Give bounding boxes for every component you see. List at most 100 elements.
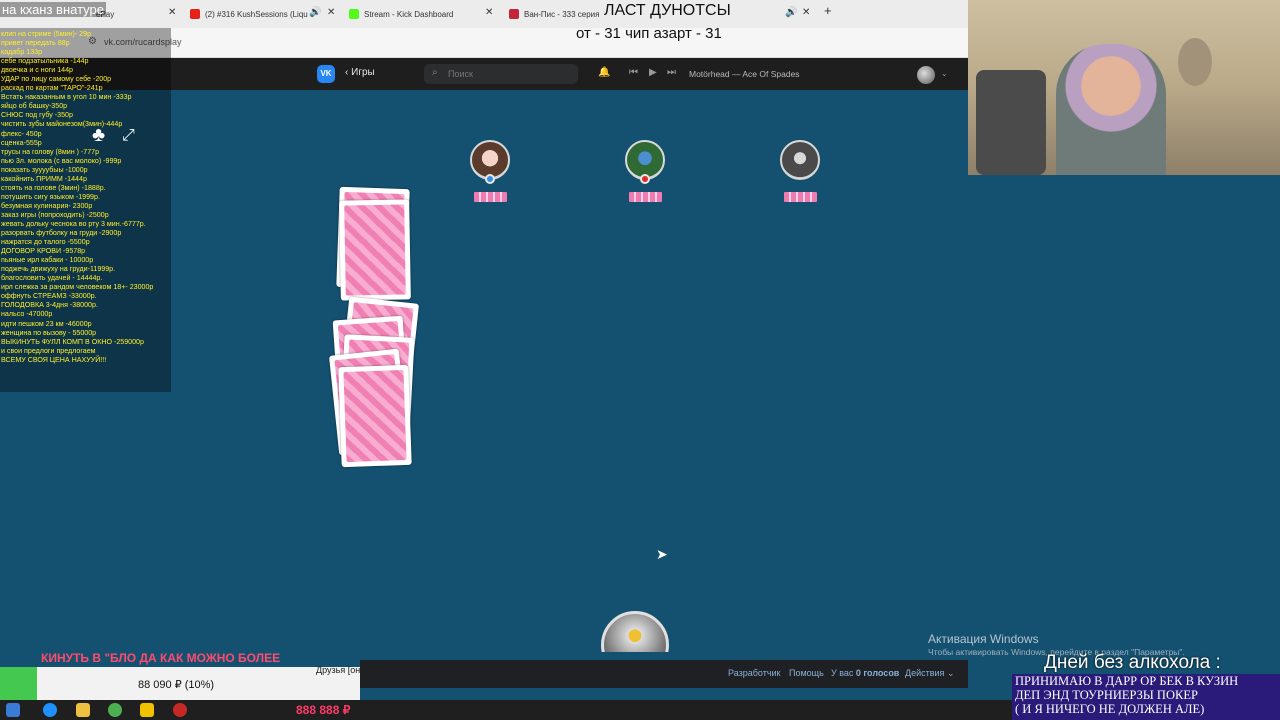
note-line: ( И Я НИЧЕГО НЕ ДОЛЖЕН АЛЕ) [1015, 702, 1205, 716]
player-indicator [640, 174, 650, 184]
browser-tab[interactable]: ePay [96, 4, 166, 24]
taskbar-money-overlay: 888 888 ₽ [296, 703, 351, 717]
edge-icon[interactable] [43, 703, 57, 717]
donation-item: ГОЛОДОВКА 3-4дня -38000р. [1, 301, 98, 310]
windows-taskbar: 888 888 ₽ [0, 700, 1012, 720]
tab-close-icon[interactable]: ✕ [802, 8, 810, 18]
donor-counter: от - 31 чип азарт - 31 [576, 25, 722, 42]
wall-decoration [1178, 38, 1212, 86]
donation-list: клип на стриме (5мин)- 29р привет передат… [1, 30, 176, 365]
goal-progress-text: 88 090 ₽ (10%) [138, 679, 215, 691]
webcam-feed [968, 0, 1280, 175]
note-line: ДЕП ЭНД ТОУРНИЕРЗЫ ПОКЕР [1015, 688, 1198, 702]
donation-item: оффнуть СТРЕАМЗ -33000р. [1, 292, 97, 301]
days-without-alcohol-label: Дней без алкохола : [1044, 652, 1221, 673]
donation-item: какойнить ПРИММ -1444р [1, 174, 87, 183]
developer-link[interactable]: Разработчик [728, 668, 780, 678]
opponent-player[interactable] [780, 140, 820, 202]
audio-icon[interactable]: 🔊 [785, 8, 797, 18]
help-link[interactable]: Помощь [789, 668, 824, 678]
card-back [338, 364, 412, 468]
search-icon: ⌕ [432, 67, 438, 78]
donation-item: флекс- 450р [1, 129, 42, 138]
donation-item: потушить сигу языком -1999р. [1, 192, 100, 201]
opponent-player[interactable] [470, 140, 510, 202]
donation-item: ДОГОВОР КРОВИ -9578р [1, 247, 86, 256]
tab-close-icon[interactable]: ✕ [168, 8, 176, 18]
donation-item: Встать наказанным в угол 10 мин -333р [1, 93, 132, 102]
donation-item: женщина по вызову - 55000р [1, 328, 97, 337]
player-indicator [485, 174, 495, 184]
opponent-player[interactable] [625, 140, 665, 202]
donation-item: трусы на голову (8мин ) -777р [1, 147, 100, 156]
donation-item: клип на стриме (5мин)- 29р [1, 30, 92, 38]
donation-item: безумная кулинария- 2300р [1, 201, 93, 210]
audio-icon[interactable]: 🔊 [309, 8, 321, 18]
donation-item: ВЫКИНУТЬ ФУЛЛ КОМП В ОКНО -259000р [1, 337, 144, 346]
chair [976, 70, 1046, 175]
file-explorer-icon[interactable] [76, 703, 90, 717]
donation-item: заказ игры (попроходить) -2500р [1, 210, 109, 219]
tab-label: Stream - Kick Dashboard [364, 9, 454, 19]
donation-item: идти пешком 23 км -46000р [1, 319, 92, 328]
self-player-avatar[interactable] [601, 611, 669, 652]
donation-item: яйцо об башку-350р [1, 102, 68, 111]
donation-item: ВСЕМУ СВОЯ ЦЕНА НАХУУЙ!!! [1, 355, 107, 364]
opponent-hand [784, 192, 817, 202]
profile-avatar[interactable] [917, 66, 935, 84]
votes-balance[interactable]: У вас 0 голосов [831, 668, 899, 678]
tab-label: Ван-Пис - 333 серия [524, 9, 600, 19]
opponent-hand [474, 192, 507, 202]
now-playing-track[interactable]: Motörhead — Ace Of Spades [689, 69, 800, 79]
donation-item: сценка-555р [1, 138, 42, 147]
vk-logo[interactable]: VK [317, 65, 335, 83]
search-input[interactable]: ⌕ Поиск [424, 64, 578, 84]
donation-item: двоечка и с ноги 144р [1, 66, 73, 75]
chevron-down-icon[interactable]: ⌄ [941, 69, 948, 78]
donation-item: СНЮС под губу -350р [1, 111, 73, 120]
donation-item: кадабр 133р [1, 48, 43, 57]
donation-ticker: КИНУТЬ В "БЛО ДА КАК МОЖНО БОЛЕЕ [41, 651, 281, 665]
play-icon[interactable]: ▶ [649, 67, 657, 78]
donation-item: поджечь движуху на груди-11999р. [1, 265, 116, 274]
goal-progress-fill [0, 667, 37, 700]
recording-app-icon[interactable] [173, 703, 187, 717]
windows-start-icon[interactable] [6, 703, 20, 717]
club-icon: ♣ [92, 124, 106, 146]
actions-menu[interactable]: Действия ⌄ [905, 668, 955, 679]
avatar [780, 140, 820, 180]
donation-item: показать зуууубыы -1000р [1, 165, 88, 174]
note-line: ПРИНИМАЮ В ДАРР ОР БЕК В КУЗИН [1015, 674, 1239, 688]
donation-rules-note: ПРИНИМАЮ В ДАРР ОР БЕК В КУЗИН ДЕП ЭНД Т… [1012, 674, 1280, 720]
anime-site-icon [509, 9, 519, 19]
browser-tab[interactable]: Ван-Пис - 333 серия [509, 4, 604, 24]
donation-item: и свои предлоги предлогаем [1, 346, 96, 355]
back-to-games-link[interactable]: ‹ Игры [345, 67, 375, 78]
new-tab-button[interactable]: + [824, 4, 832, 17]
browser-tab[interactable]: (2) #316 KushSessions (Liqu [190, 4, 308, 24]
windows-activation-title: Активация Windows [928, 632, 1039, 646]
streaming-app-icon[interactable] [140, 703, 154, 717]
donation-item: стоять на голове (3мин) -1888р. [1, 183, 106, 192]
chrome-icon[interactable] [108, 703, 122, 717]
donation-item: УДАР по лицу самому себе -200р [1, 75, 112, 84]
donation-item: благословить удачей - 14444р. [1, 274, 103, 283]
bell-icon[interactable]: 🔔 [598, 67, 610, 78]
streamer [1056, 44, 1166, 175]
donation-item: разорвать футболку на груди -2900р [1, 229, 122, 238]
tab-close-icon[interactable]: ✕ [327, 8, 335, 18]
next-track-icon[interactable]: ⏭ [667, 67, 676, 78]
previous-track-icon[interactable]: ⏮ [629, 67, 638, 78]
browser-tab[interactable]: Stream - Kick Dashboard [349, 4, 479, 24]
donation-item: ирл слежка за рандом человеком 18+- 2300… [1, 283, 154, 292]
donation-item: нажратся до талого -5500р [1, 238, 90, 247]
tab-close-icon[interactable]: ✕ [485, 8, 493, 18]
votes-value: 0 голосов [855, 668, 900, 678]
opponent-hand [629, 192, 662, 202]
donation-item: нальсо -47000р [1, 310, 53, 319]
chevron-left-icon: ‹ [345, 67, 349, 78]
donation-menu-overlay: клип на стриме (5мин)- 29р привет передат… [0, 28, 171, 392]
actions-label: Действия [905, 668, 945, 678]
browser-tab-bar: ePay ✕ (2) #316 KushSessions (Liqu 🔊 ✕ S… [0, 0, 968, 28]
friends-online-label[interactable]: Друзья [онлайн] [316, 665, 383, 675]
